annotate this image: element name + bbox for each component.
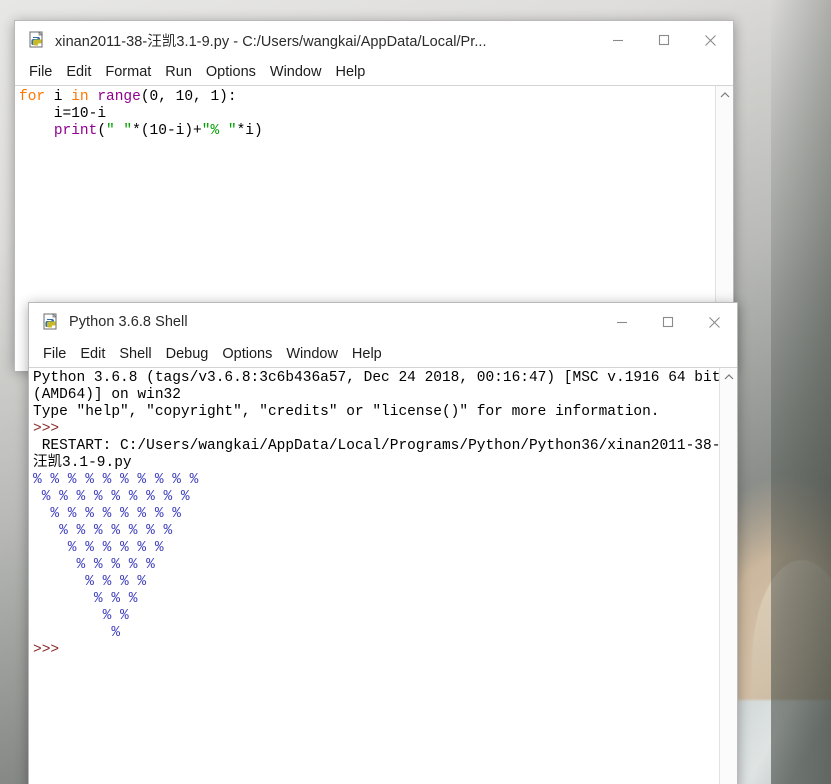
shell-menubar[interactable]: File Edit Shell Debug Options Window Hel… [29,341,737,367]
menu-options[interactable]: Options [222,346,272,362]
python-idle-icon [29,31,47,49]
menu-window[interactable]: Window [286,346,338,362]
shell-title: Python 3.6.8 Shell [69,314,188,330]
code-span: % % % % % % % % % [33,489,199,505]
editor-menubar[interactable]: File Edit Format Run Options Window Help [15,59,733,85]
code-line: % % [33,608,737,625]
editor-title: xinan2011-38-汪凯3.1-9.py - C:/Users/wangk… [55,33,487,50]
editor-titlebar[interactable]: xinan2011-38-汪凯3.1-9.py - C:/Users/wangk… [15,21,733,59]
editor-source-code[interactable]: for i in range(0, 10, 1): i=10-i print("… [15,86,733,140]
code-span: % % [33,608,138,624]
code-line: >>> [33,421,737,438]
wallpaper-shadow [771,0,831,784]
maximize-icon[interactable] [645,303,691,341]
menu-file[interactable]: File [43,346,66,362]
code-span: 汪凯3.1-9.py [33,455,132,471]
code-span: >>> [33,421,60,437]
maximize-icon[interactable] [641,21,687,59]
code-span: % % % % % [33,557,164,573]
desktop: xinan2011-38-汪凯3.1-9.py - C:/Users/wangk… [0,0,831,784]
code-span: i=10-i [19,106,107,122]
menu-window[interactable]: Window [270,64,322,80]
code-span: "% " [201,123,237,139]
shell-output[interactable]: Python 3.6.8 (tags/v3.6.8:3c6b436a57, De… [29,368,737,659]
code-line: % [33,625,737,642]
code-span: (0, 10, 1): [140,89,237,105]
code-span: *(10-i)+ [132,123,202,139]
code-line: print(" "*(10-i)+"% "*i) [19,123,733,140]
menu-file[interactable]: File [29,64,52,80]
menu-shell[interactable]: Shell [119,346,151,362]
code-line: % % % % % % % % [33,506,737,523]
python-idle-icon [43,313,61,331]
code-span: % % % % [33,574,155,590]
code-span [19,123,54,139]
minimize-icon[interactable] [595,21,641,59]
code-line: 汪凯3.1-9.py [33,455,737,472]
code-span: i [45,89,72,105]
code-line: for i in range(0, 10, 1): [19,89,733,106]
code-span: (AMD64)] on win32 [33,387,181,403]
close-icon[interactable] [691,303,737,341]
code-span: % % % % % % % [33,523,181,539]
code-span: in [71,89,89,105]
code-line: i=10-i [19,106,733,123]
code-span: for [19,89,46,105]
chevron-up-icon[interactable] [716,86,733,103]
code-line: % % % % [33,574,737,591]
code-line: >>> [33,642,737,659]
close-icon[interactable] [687,21,733,59]
code-line: % % % % % % % % % [33,489,737,506]
shell-window-controls[interactable] [599,303,737,341]
code-span: Type "help", "copyright", "credits" or "… [33,404,660,420]
menu-debug[interactable]: Debug [166,346,209,362]
code-span: % % % [33,591,147,607]
menu-run[interactable]: Run [165,64,192,80]
code-line: Type "help", "copyright", "credits" or "… [33,404,737,421]
code-span: ( [97,123,107,139]
python-shell-window[interactable]: Python 3.6.8 Shell File Edit Shell Debug… [28,302,738,784]
editor-window-controls[interactable] [595,21,733,59]
code-line: Python 3.6.8 (tags/v3.6.8:3c6b436a57, De… [33,370,737,387]
menu-format[interactable]: Format [105,64,151,80]
shell-vertical-scrollbar[interactable] [719,368,737,784]
code-span: " " [106,123,133,139]
code-line: RESTART: C:/Users/wangkai/AppData/Local/… [33,438,737,455]
shell-text-area[interactable]: Python 3.6.8 (tags/v3.6.8:3c6b436a57, De… [29,367,737,784]
shell-titlebar[interactable]: Python 3.6.8 Shell [29,303,737,341]
code-span: RESTART: C:/Users/wangkai/AppData/Local/… [33,438,721,454]
menu-help[interactable]: Help [352,346,382,362]
chevron-up-icon[interactable] [720,368,737,385]
code-line: % % % % % % [33,540,737,557]
code-span: % [33,625,129,641]
code-span: % % % % % % % % [33,506,190,522]
menu-edit[interactable]: Edit [80,346,105,362]
menu-edit[interactable]: Edit [66,64,91,80]
menu-help[interactable]: Help [335,64,365,80]
code-line: (AMD64)] on win32 [33,387,737,404]
code-span: % % % % % % [33,540,173,556]
code-line: % % % % % % % [33,523,737,540]
code-span: *i) [236,123,263,139]
code-span: >>> [33,642,60,658]
code-line: % % % % % [33,557,737,574]
code-line: % % % [33,591,737,608]
minimize-icon[interactable] [599,303,645,341]
code-line: % % % % % % % % % % [33,472,737,489]
code-span: range [97,89,141,105]
code-span: % % % % % % % % % % [33,472,208,488]
code-span: Python 3.6.8 (tags/v3.6.8:3c6b436a57, De… [33,370,721,386]
menu-options[interactable]: Options [206,64,256,80]
code-span: print [53,123,98,139]
